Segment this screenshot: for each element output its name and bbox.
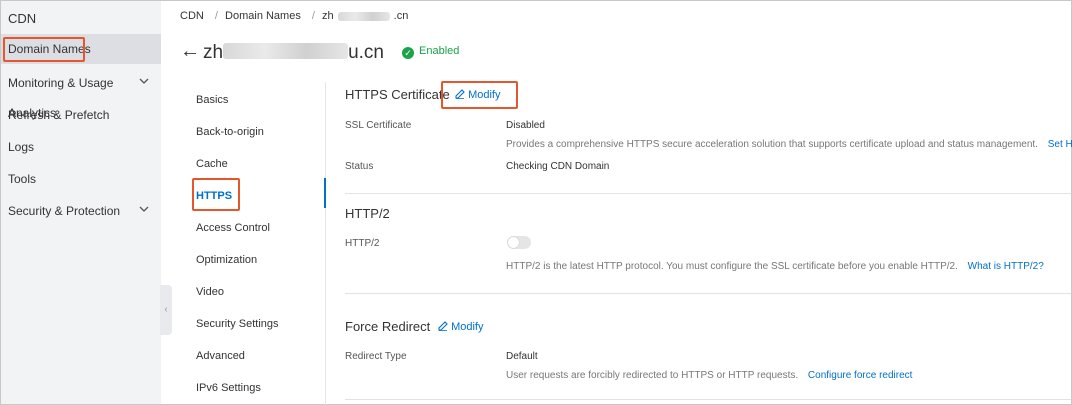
force-redirect-title: Force Redirect xyxy=(345,319,431,334)
sidebar-item-monitoring[interactable]: Monitoring & Usage Analytics xyxy=(1,68,161,120)
check-circle-icon: ✓ xyxy=(402,47,414,59)
sidebar-item-logs[interactable]: Logs xyxy=(1,132,161,162)
ssl-certificate-label: SSL Certificate xyxy=(345,120,412,131)
breadcrumb-separator: / xyxy=(214,10,218,22)
sidebar-item-security-protection[interactable]: Security & Protection xyxy=(1,196,161,226)
menu-item-security-settings[interactable]: Security Settings xyxy=(196,318,279,330)
chevron-down-icon xyxy=(139,196,149,226)
redirect-type-value: Default xyxy=(506,351,538,362)
menu-item-ipv6-settings[interactable]: IPv6 Settings xyxy=(196,382,261,394)
menu-item-access-control[interactable]: Access Control xyxy=(196,222,270,234)
active-menu-indicator xyxy=(324,178,326,208)
chevron-down-icon xyxy=(139,68,149,98)
status-value: Checking CDN Domain xyxy=(506,161,610,172)
toggle-knob xyxy=(508,237,519,248)
chevron-left-icon: ‹ xyxy=(164,304,168,315)
menu-item-basics[interactable]: Basics xyxy=(196,94,228,106)
breadcrumb-domain-names[interactable]: Domain Names xyxy=(225,10,301,22)
edit-icon xyxy=(438,321,448,333)
http2-label: HTTP/2 xyxy=(345,238,380,249)
http2-description: HTTP/2 is the latest HTTP protocol. You … xyxy=(506,261,1044,272)
sidebar-item-label: Tools xyxy=(8,172,37,186)
breadcrumb: CDN / Domain Names / zh .cn xyxy=(180,10,416,22)
highlight-box-modify xyxy=(441,81,518,109)
breadcrumb-cdn[interactable]: CDN xyxy=(180,10,204,22)
redirect-type-label: Redirect Type xyxy=(345,351,407,362)
what-is-http2-link[interactable]: What is HTTP/2? xyxy=(968,261,1044,272)
status-label: Status xyxy=(345,161,374,172)
page-title: zh u.cn xyxy=(203,42,384,63)
sidebar-item-label: Security & Protection xyxy=(8,204,121,218)
sidebar-item-refresh-prefetch[interactable]: Refresh & Prefetch xyxy=(1,100,161,130)
redacted-text xyxy=(337,11,390,21)
section-divider xyxy=(345,193,1071,194)
menu-item-optimization[interactable]: Optimization xyxy=(196,254,257,266)
status-badge: ✓ Enabled xyxy=(402,45,459,59)
ssl-certificate-value: Disabled xyxy=(506,120,545,131)
section-divider xyxy=(345,399,1071,400)
collapse-sidebar-button[interactable]: ‹ xyxy=(160,285,172,335)
force-redirect-description: User requests are forcibly redirected to… xyxy=(506,370,913,381)
https-certificate-title: HTTPS Certificate xyxy=(345,87,450,102)
redacted-text xyxy=(223,43,349,59)
menu-item-cache[interactable]: Cache xyxy=(196,158,228,170)
highlight-box-https xyxy=(192,178,240,211)
ssl-certificate-description: Provides a comprehensive HTTPS secure ac… xyxy=(506,139,1072,150)
sidebar-title: CDN xyxy=(8,11,37,26)
menu-item-back-to-origin[interactable]: Back-to-origin xyxy=(196,126,264,138)
sidebar-item-label: Refresh & Prefetch xyxy=(8,108,110,122)
http2-title: HTTP/2 xyxy=(345,206,390,221)
highlight-box-domain-names xyxy=(3,37,85,62)
back-arrow-icon[interactable]: ← xyxy=(180,40,200,63)
breadcrumb-current-domain: zh .cn xyxy=(322,10,409,22)
sidebar-item-label: Logs xyxy=(8,140,35,154)
settings-menu: Basics Back-to-origin Cache HTTPS Access… xyxy=(186,82,326,405)
set-https-link[interactable]: Set HTTPS xyxy=(1048,139,1072,150)
http2-toggle[interactable] xyxy=(507,236,531,249)
menu-item-advanced[interactable]: Advanced xyxy=(196,350,245,362)
configure-force-redirect-link[interactable]: Configure force redirect xyxy=(808,370,913,381)
force-redirect-modify-button[interactable]: Modify xyxy=(438,321,483,333)
section-divider xyxy=(345,293,1071,294)
breadcrumb-separator: / xyxy=(311,10,315,22)
sidebar-item-tools[interactable]: Tools xyxy=(1,164,161,194)
menu-item-video[interactable]: Video xyxy=(196,286,224,298)
